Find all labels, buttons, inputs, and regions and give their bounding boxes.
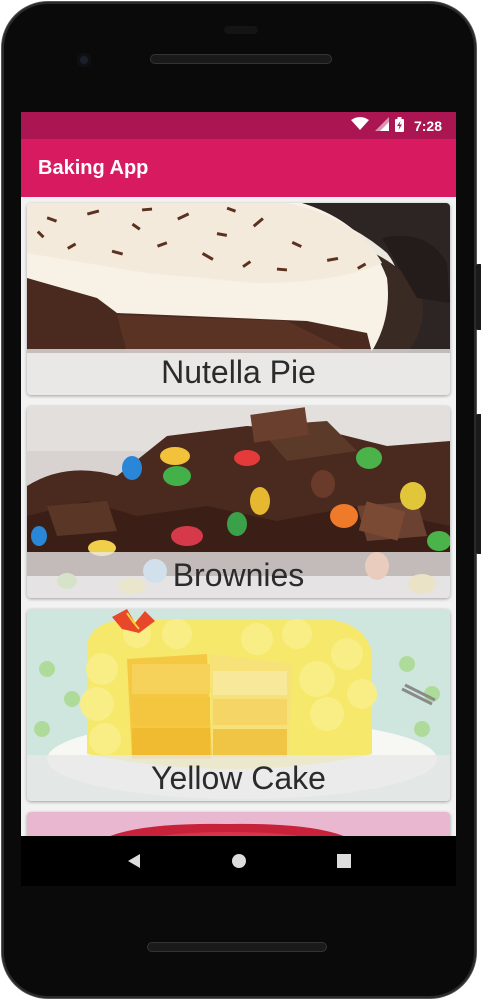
app-title: Baking App xyxy=(38,156,149,179)
recents-button[interactable] xyxy=(329,846,359,876)
navigation-bar xyxy=(21,836,456,886)
recipe-card[interactable]: Nutella Pie xyxy=(27,203,450,395)
recipe-name: Yellow Cake xyxy=(27,755,450,801)
battery-charging-icon xyxy=(394,116,404,135)
recipe-name: Nutella Pie xyxy=(27,349,450,395)
app-bar: Baking App xyxy=(21,139,456,197)
recipe-card[interactable]: Brownies xyxy=(27,406,450,598)
volume-button xyxy=(476,414,481,554)
proximity-sensor xyxy=(224,26,258,34)
earpiece-speaker xyxy=(150,54,332,64)
cell-signal-icon xyxy=(374,117,389,134)
bottom-speaker xyxy=(147,942,327,952)
recipe-name: Brownies xyxy=(27,552,450,598)
back-icon xyxy=(127,854,140,868)
recipe-card-partial[interactable] xyxy=(27,812,450,836)
home-button[interactable] xyxy=(224,846,254,876)
home-icon xyxy=(231,854,246,868)
power-button xyxy=(476,264,481,330)
screen: 7:28 Baking App Nutella Pie Brownies Yel… xyxy=(21,112,456,836)
front-camera xyxy=(77,53,91,67)
back-button[interactable] xyxy=(119,846,149,876)
wifi-icon xyxy=(350,117,369,134)
recipe-list[interactable]: Nutella Pie Brownies Yellow Cake xyxy=(21,197,456,836)
recipe-image xyxy=(27,812,450,836)
status-time: 7:28 xyxy=(413,117,442,134)
recipe-card[interactable]: Yellow Cake xyxy=(27,609,450,801)
status-bar: 7:28 xyxy=(21,112,456,139)
recents-icon xyxy=(336,854,351,868)
